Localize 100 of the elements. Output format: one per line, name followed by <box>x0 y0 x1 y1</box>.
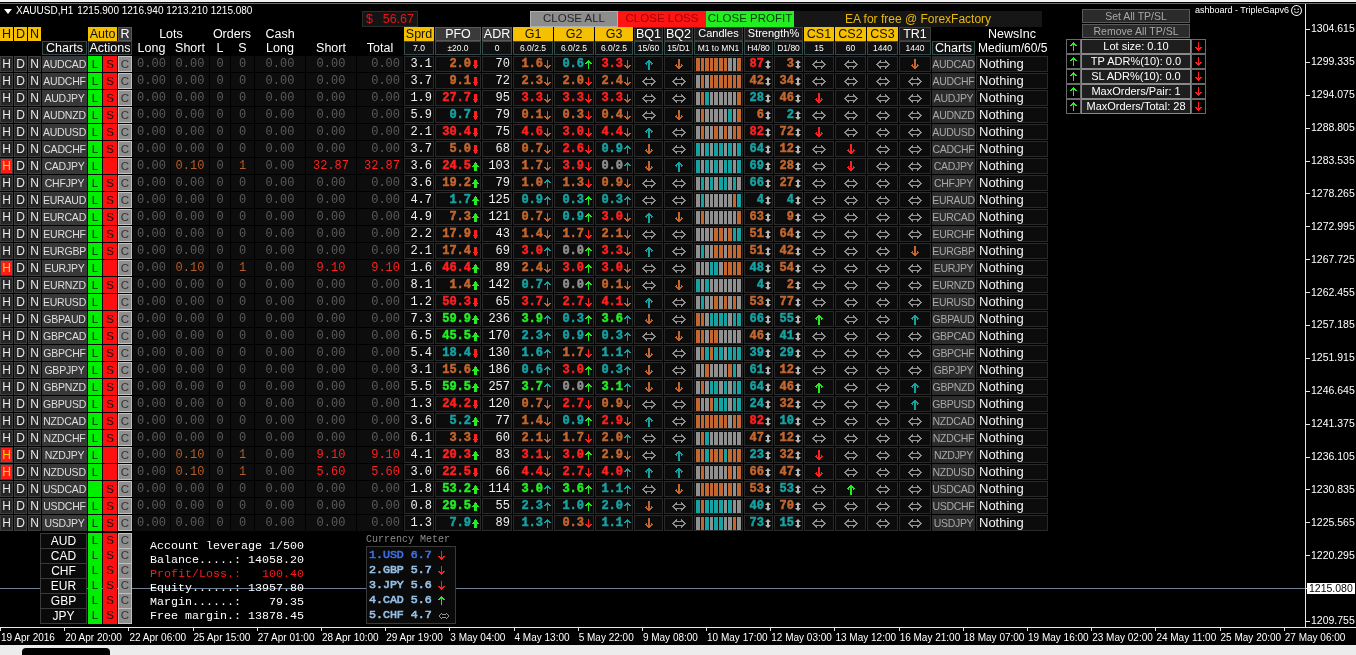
chart-button[interactable]: D <box>14 430 27 446</box>
pair-button[interactable]: USDJPY <box>932 515 975 531</box>
pair-button[interactable]: EURUSD <box>42 294 87 310</box>
long-button[interactable]: L <box>88 277 102 293</box>
chart-button[interactable]: H <box>0 90 13 106</box>
close-order-button[interactable]: C <box>118 498 132 514</box>
chart-button[interactable]: D <box>14 158 27 174</box>
pair-button[interactable]: GBPAUD <box>932 311 975 327</box>
column-header[interactable]: D <box>14 27 27 41</box>
chart-button[interactable]: D <box>14 498 27 514</box>
pair-button[interactable]: EURJPY <box>42 260 87 276</box>
long-button[interactable]: L <box>88 294 102 310</box>
pair-button[interactable]: GBPCHF <box>932 345 975 361</box>
pair-button[interactable]: EURNZD <box>932 277 975 293</box>
close-order-button[interactable]: C <box>118 141 132 157</box>
short-button[interactable]: S <box>103 578 117 595</box>
pair-button[interactable]: GBPJPY <box>42 362 87 378</box>
pair-button[interactable]: AUDCAD <box>42 56 87 72</box>
pair-button[interactable]: CHFJPY <box>42 175 87 191</box>
column-header[interactable]: G1 <box>513 27 553 41</box>
currency-button[interactable]: JPY <box>40 608 87 625</box>
chart-button[interactable]: H <box>0 141 13 157</box>
close-order-button[interactable]: C <box>118 464 132 480</box>
long-button[interactable]: L <box>88 141 102 157</box>
pair-button[interactable]: AUDNZD <box>932 107 975 123</box>
chart-button[interactable]: H <box>0 192 13 208</box>
short-button[interactable]: S <box>103 481 117 497</box>
decrease-button[interactable] <box>1191 99 1206 114</box>
currency-button[interactable]: GBP <box>40 593 87 610</box>
close-order-button[interactable]: C <box>118 593 132 610</box>
pair-button[interactable]: AUDNZD <box>42 107 87 123</box>
chart-button[interactable]: H <box>0 175 13 191</box>
pair-button[interactable]: EURGBP <box>932 243 975 259</box>
chart-button[interactable]: N <box>28 124 41 140</box>
chart-button[interactable]: N <box>28 379 41 395</box>
chart-button[interactable]: D <box>14 141 27 157</box>
chart-button[interactable]: H <box>0 328 13 344</box>
chart-button[interactable]: H <box>0 430 13 446</box>
long-button[interactable]: L <box>88 124 102 140</box>
long-button[interactable]: L <box>88 533 102 550</box>
chart-button[interactable]: N <box>28 192 41 208</box>
pair-button[interactable]: AUDUSD <box>932 124 975 140</box>
decrease-button[interactable] <box>1191 84 1206 99</box>
chart-button[interactable]: D <box>14 447 27 463</box>
chart-button[interactable]: N <box>28 90 41 106</box>
chart-button[interactable]: N <box>28 362 41 378</box>
chart-button[interactable]: H <box>0 311 13 327</box>
pair-button[interactable]: GBPNZD <box>42 379 87 395</box>
chart-button[interactable]: D <box>14 73 27 89</box>
chart-button[interactable]: D <box>14 175 27 191</box>
long-button[interactable]: L <box>88 209 102 225</box>
close-order-button[interactable]: C <box>118 294 132 310</box>
increase-button[interactable] <box>1066 69 1081 84</box>
chart-button[interactable]: D <box>14 243 27 259</box>
long-button[interactable]: L <box>88 192 102 208</box>
short-button[interactable]: S <box>103 90 117 106</box>
chart-button[interactable]: D <box>14 362 27 378</box>
currency-button[interactable]: EUR <box>40 578 87 595</box>
chart-button[interactable]: D <box>14 277 27 293</box>
long-button[interactable]: L <box>88 593 102 610</box>
chart-button[interactable]: D <box>14 345 27 361</box>
short-button[interactable]: S <box>103 548 117 565</box>
close-order-button[interactable]: C <box>118 345 132 361</box>
pair-button[interactable]: NZDUSD <box>42 464 87 480</box>
chart-button[interactable]: N <box>28 413 41 429</box>
chart-button[interactable]: D <box>14 294 27 310</box>
chart-button[interactable]: H <box>0 498 13 514</box>
close-order-button[interactable]: C <box>118 430 132 446</box>
chart-button[interactable]: H <box>0 379 13 395</box>
close-order-button[interactable]: C <box>118 73 132 89</box>
column-header[interactable]: CS2 <box>835 27 866 41</box>
close-order-button[interactable]: C <box>118 481 132 497</box>
pair-button[interactable]: GBPCAD <box>932 328 975 344</box>
close-order-button[interactable]: C <box>118 158 132 174</box>
chart-button[interactable]: N <box>28 396 41 412</box>
close-order-button[interactable]: C <box>118 124 132 140</box>
pair-button[interactable]: USDCHF <box>42 498 87 514</box>
short-button[interactable]: S <box>103 413 117 429</box>
pair-button[interactable]: AUDCHF <box>42 73 87 89</box>
column-header[interactable]: N <box>28 27 41 41</box>
short-button[interactable]: S <box>103 396 117 412</box>
chart-button[interactable]: D <box>14 56 27 72</box>
short-button[interactable]: S <box>103 430 117 446</box>
chart-button[interactable]: D <box>14 515 27 531</box>
tpsl-button[interactable]: Remove All TP/SL <box>1082 24 1190 38</box>
pair-button[interactable]: EURJPY <box>932 260 975 276</box>
short-button[interactable]: S <box>103 533 117 550</box>
short-button[interactable]: S <box>103 175 117 191</box>
chart-button[interactable]: D <box>14 260 27 276</box>
pair-button[interactable]: GBPJPY <box>932 362 975 378</box>
decrease-button[interactable] <box>1191 69 1206 84</box>
column-header[interactable]: CS1 <box>804 27 834 41</box>
long-button[interactable]: L <box>88 515 102 531</box>
close-order-button[interactable]: C <box>118 243 132 259</box>
chart-button[interactable]: D <box>14 396 27 412</box>
decrease-button[interactable] <box>1191 39 1206 54</box>
chart-button[interactable]: H <box>0 107 13 123</box>
chart-button[interactable]: H <box>0 226 13 242</box>
long-button[interactable]: L <box>88 413 102 429</box>
short-button[interactable]: S <box>103 563 117 580</box>
